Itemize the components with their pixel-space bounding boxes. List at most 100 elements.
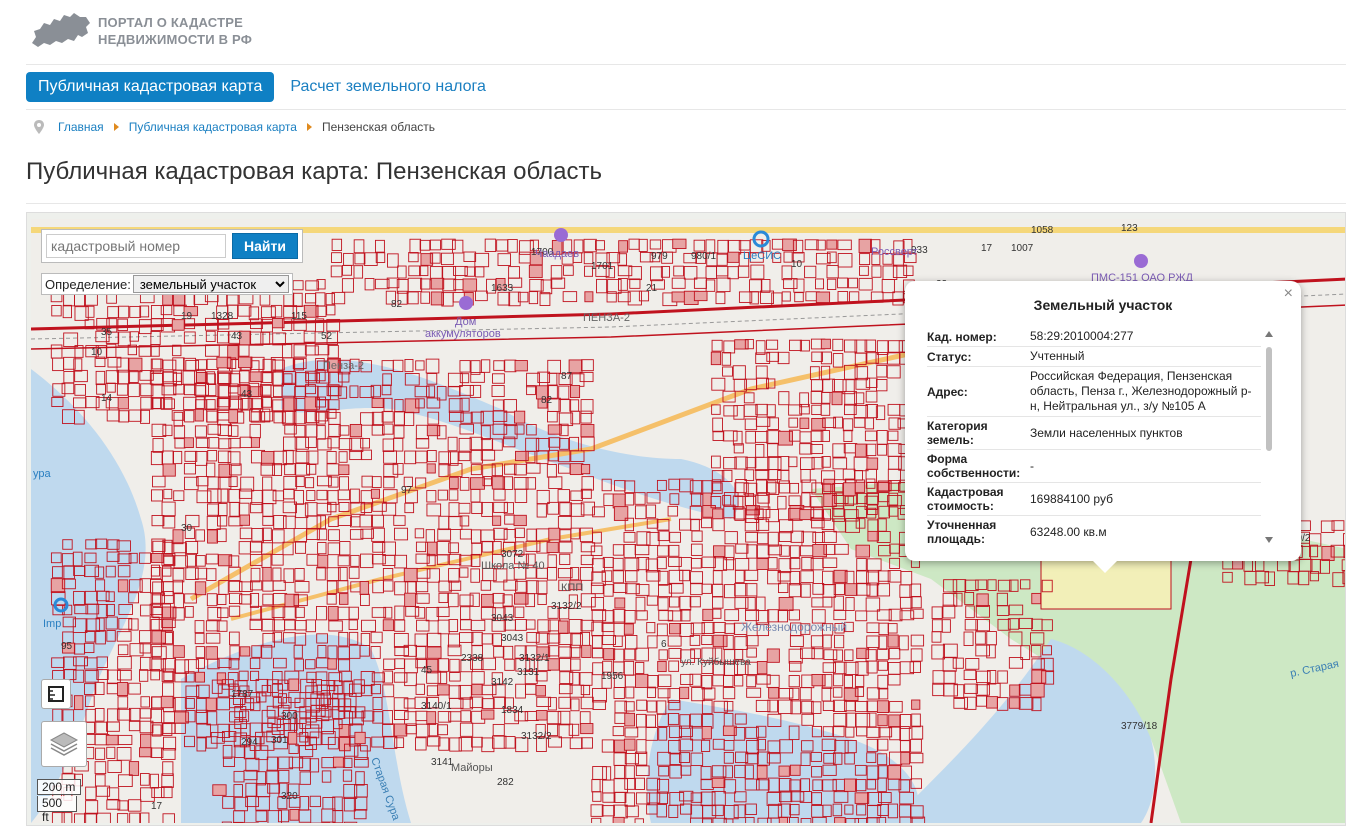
breadcrumb-home[interactable]: Главная [58, 120, 104, 134]
parcel[interactable] [339, 593, 349, 605]
parcel[interactable] [426, 424, 441, 437]
parcel[interactable] [327, 658, 337, 670]
parcel[interactable] [449, 476, 459, 489]
parcel[interactable] [546, 541, 559, 553]
parcel[interactable] [327, 606, 339, 621]
parcel[interactable] [492, 515, 502, 526]
layers-button[interactable] [41, 721, 87, 767]
parcel[interactable] [1031, 592, 1042, 605]
parcel[interactable] [831, 391, 843, 406]
parcel[interactable] [183, 437, 194, 449]
parcel[interactable] [262, 566, 272, 582]
parcel[interactable] [535, 710, 548, 721]
parcel[interactable] [403, 567, 418, 582]
parcel[interactable] [162, 292, 173, 306]
parcel[interactable] [128, 357, 143, 373]
parcel[interactable] [288, 678, 300, 691]
parcel[interactable] [514, 410, 526, 424]
parcel[interactable] [826, 239, 838, 250]
parcel[interactable] [481, 593, 494, 608]
parcel[interactable] [338, 464, 350, 476]
parcel[interactable] [799, 417, 810, 429]
parcel[interactable] [205, 646, 218, 660]
parcel[interactable] [820, 338, 831, 350]
parcel[interactable] [727, 251, 740, 263]
parcel[interactable] [426, 463, 436, 474]
parcel[interactable] [162, 606, 177, 619]
parcel[interactable] [766, 648, 780, 663]
parcel[interactable] [887, 765, 902, 780]
scroll-down-icon[interactable] [1265, 537, 1273, 543]
parcel[interactable] [162, 619, 173, 632]
parcel[interactable] [359, 581, 370, 595]
parcel[interactable] [287, 731, 298, 745]
popup-scrollbar[interactable] [1266, 347, 1272, 451]
parcel[interactable] [580, 424, 595, 438]
parcel[interactable] [693, 290, 708, 302]
parcel[interactable] [768, 687, 780, 699]
parcel[interactable] [843, 482, 856, 497]
parcel[interactable] [799, 509, 812, 521]
parcel[interactable] [172, 645, 185, 658]
parcel[interactable] [205, 697, 217, 711]
parcel[interactable] [140, 733, 152, 749]
cadastral-map[interactable]: 17001701979980/1109331710071058123221633… [26, 212, 1346, 826]
parcel[interactable] [614, 597, 626, 609]
parcel[interactable] [216, 356, 232, 369]
parcel[interactable] [843, 778, 857, 792]
parcel[interactable] [105, 734, 119, 746]
parcel[interactable] [250, 437, 260, 448]
tab-cadastral-map[interactable]: Публичная кадастровая карта [26, 72, 275, 102]
logo-text[interactable]: ПОРТАЛ О КАДАСТРЕ НЕДВИЖИМОСТИ В РФ [98, 14, 252, 48]
parcel[interactable] [426, 646, 442, 659]
parcel[interactable] [547, 658, 560, 671]
parcel[interactable] [789, 764, 801, 776]
parcel[interactable] [888, 714, 901, 728]
parcel[interactable] [1009, 684, 1021, 697]
parcel[interactable] [1030, 683, 1045, 698]
parcel[interactable] [289, 809, 300, 821]
parcel[interactable] [834, 817, 846, 823]
parcel[interactable] [778, 597, 794, 612]
scroll-up-icon[interactable] [1265, 331, 1273, 337]
parcel[interactable] [711, 777, 726, 788]
tab-land-tax[interactable]: Расчет земельного налога [278, 72, 498, 102]
parcel[interactable] [581, 644, 592, 658]
parcel[interactable] [778, 817, 788, 823]
parcel[interactable] [756, 765, 768, 779]
parcel[interactable] [370, 488, 380, 499]
parcel[interactable] [713, 545, 726, 557]
parcel[interactable] [671, 291, 686, 303]
parcel[interactable] [877, 714, 888, 727]
parcel[interactable] [216, 672, 227, 685]
parcel[interactable] [657, 660, 667, 673]
parcel[interactable] [139, 747, 153, 758]
poi-marker-icon[interactable] [459, 296, 473, 310]
parcel[interactable] [74, 695, 84, 711]
parcel[interactable] [1008, 697, 1021, 709]
parcel[interactable] [858, 238, 872, 253]
parcel[interactable] [160, 695, 174, 709]
parcel[interactable] [404, 592, 417, 607]
parcel[interactable] [558, 620, 569, 634]
parcel[interactable] [283, 397, 296, 412]
parcel[interactable] [843, 687, 859, 701]
parcel[interactable] [812, 543, 827, 558]
parcel[interactable] [349, 423, 363, 438]
parcel[interactable] [815, 291, 831, 304]
parcel[interactable] [669, 622, 682, 635]
search-button[interactable]: Найти [232, 233, 298, 259]
parcel[interactable] [778, 765, 790, 777]
parcel[interactable] [618, 240, 628, 253]
parcel[interactable] [679, 686, 690, 700]
parcel[interactable] [623, 623, 634, 635]
parcel[interactable] [117, 579, 129, 593]
parcel[interactable] [317, 554, 329, 569]
parcel[interactable] [844, 583, 858, 596]
parcel[interactable] [887, 634, 899, 648]
parcel[interactable] [624, 712, 635, 727]
parcel[interactable] [426, 711, 437, 725]
parcel[interactable] [194, 581, 207, 596]
parcel[interactable] [207, 529, 218, 544]
parcel[interactable] [393, 723, 408, 737]
